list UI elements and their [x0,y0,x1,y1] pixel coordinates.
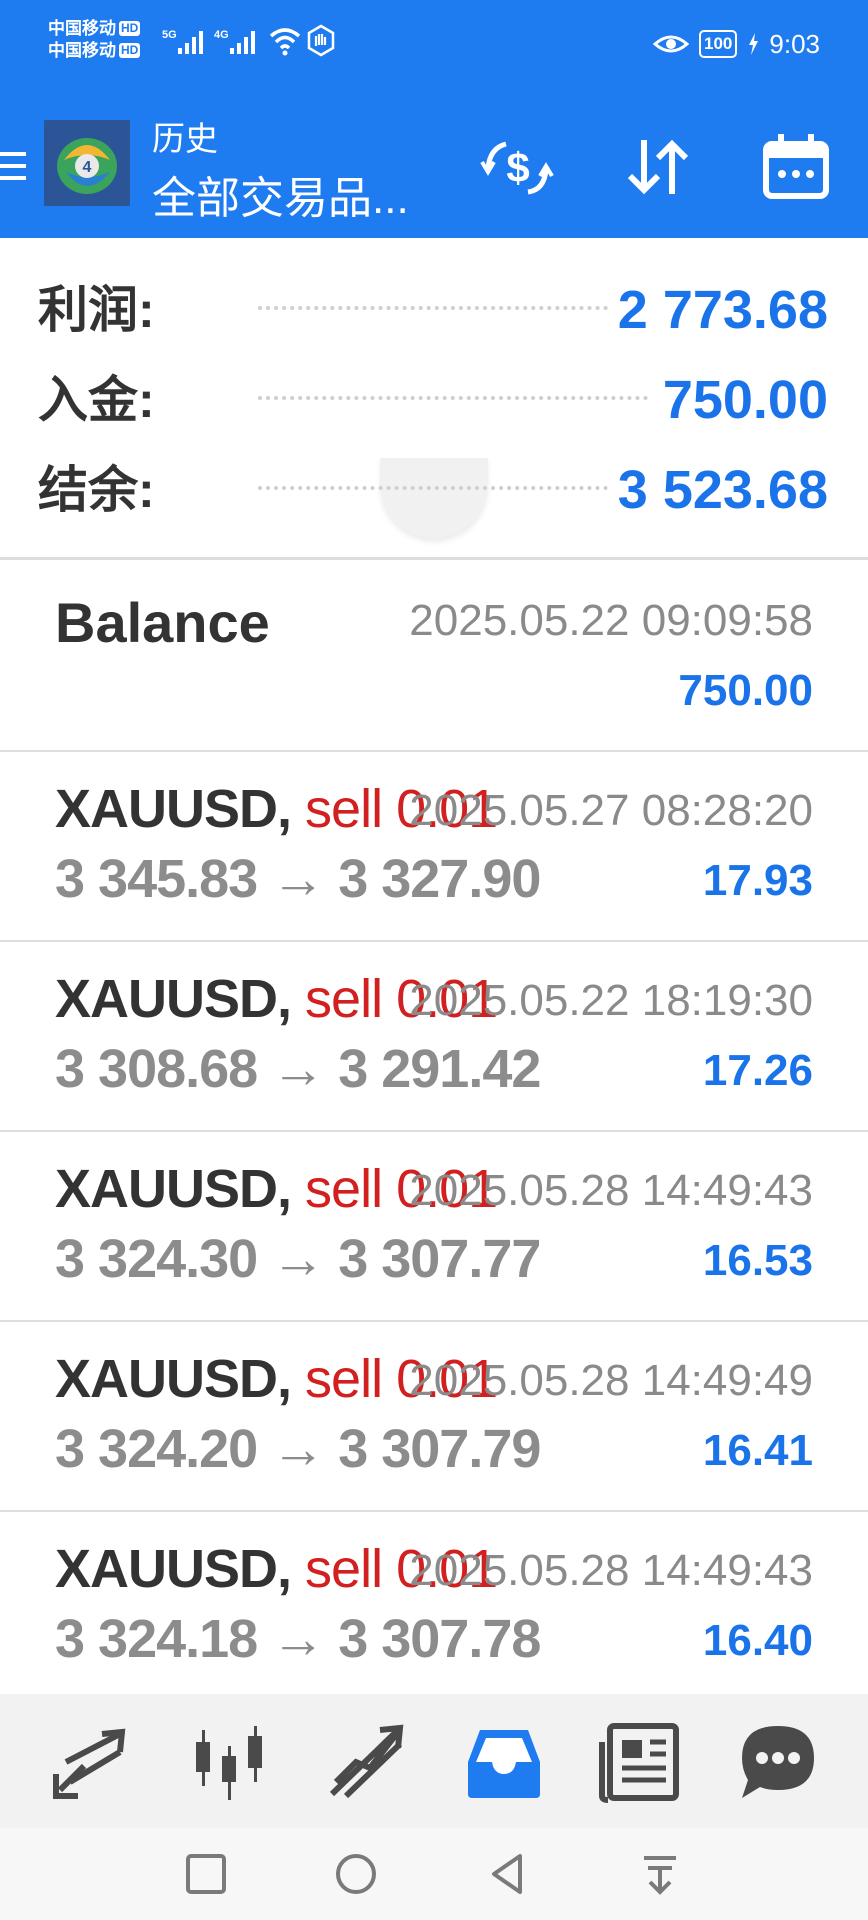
dot-leader [258,300,608,310]
home-icon[interactable] [328,1846,384,1902]
carrier-1: 中国移动 [48,19,116,38]
deal-prices: 3 345.83 → 3 327.90 [55,849,541,909]
deal-symbol: XAUUSD, [55,779,292,839]
currency-swap-icon[interactable]: $ [476,128,556,208]
dot-leader [258,390,648,400]
signal-5g-icon: 5G [162,29,203,54]
deal-profit: 16.41 [702,1426,813,1475]
deal-row[interactable]: XAUUSD, sell 0.01 2025.05.28 14:49:43 3 … [0,1512,868,1694]
deal-prices: 3 324.20 → 3 307.79 [55,1419,541,1479]
deal-row[interactable]: XAUUSD, sell 0.01 2025.05.22 18:19:30 3 … [0,942,868,1132]
chart-icon[interactable] [178,1712,278,1812]
deal-row[interactable]: XAUUSD, sell 0.01 2025.05.28 14:49:49 3 … [0,1322,868,1512]
deal-row[interactable]: XAUUSD, sell 0.01 2025.05.27 08:28:20 3 … [0,752,868,942]
signal-4g-icon: 4G [214,29,255,54]
svg-text:$: $ [506,144,529,191]
battery-indicator: 100 [699,30,738,58]
summary-panel: 利润: 2 773.68 入金: 750.00 结余: 3 523.68 [0,238,868,558]
top-bar: 中国移动 HD 中国移动 HD 5G 4G 100 9:03 4 历史 全部交易… [0,0,868,238]
hand-shield-icon [307,24,335,57]
balance-entry-time: 2025.05.22 09:09:58 [409,596,813,645]
balance-label: 结余: [38,462,155,518]
deposit-row: 入金: 750.00 [38,360,828,440]
deal-symbol: XAUUSD, [55,969,292,1029]
charging-icon [749,33,759,55]
balance-entry-amount: 750.00 [678,666,813,715]
carrier-info: 中国移动 HD 中国移动 HD [48,18,141,62]
news-icon[interactable] [592,1712,692,1812]
deal-symbol: XAUUSD, [55,1159,292,1219]
network-5g-label: 5G [162,29,177,41]
deal-time: 2025.05.22 18:19:30 [409,976,813,1025]
deal-profit: 17.26 [702,1046,813,1095]
dot-leader [258,480,608,490]
balance-value: 3 523.68 [617,460,828,520]
app-bar: 4 历史 全部交易品... $ [0,98,868,238]
deal-prices: 3 324.30 → 3 307.77 [55,1229,541,1289]
deal-symbol: XAUUSD, [55,1539,292,1599]
quotes-icon[interactable] [40,1712,140,1812]
status-right: 100 9:03 [653,26,820,62]
profit-value: 2 773.68 [617,280,828,340]
status-bar: 中国移动 HD 中国移动 HD 5G 4G 100 9:03 [0,0,868,90]
wifi-icon [269,28,301,56]
deal-prices: 3 324.18 → 3 307.78 [55,1609,541,1669]
screen-subtitle: 历史 [152,120,218,157]
deal-time: 2025.05.28 14:49:49 [409,1356,813,1405]
notification-pull-icon[interactable] [632,1846,688,1902]
sort-icon[interactable] [618,128,698,208]
eye-icon [653,35,690,53]
deal-profit: 17.93 [702,856,813,905]
chat-icon[interactable] [728,1712,828,1812]
menu-icon[interactable] [0,146,30,186]
recents-icon[interactable] [178,1846,234,1902]
hd-badge-1: HD [119,21,141,36]
svg-text:4: 4 [83,159,92,176]
system-nav-bar [0,1828,868,1920]
back-icon[interactable] [480,1846,536,1902]
deal-time: 2025.05.28 14:49:43 [409,1166,813,1215]
profit-label: 利润: [38,282,155,338]
deal-profit: 16.40 [702,1616,813,1665]
deal-symbol: XAUUSD, [55,1349,292,1409]
profit-row: 利润: 2 773.68 [38,270,828,350]
calendar-icon[interactable] [756,128,836,208]
deal-row[interactable]: XAUUSD, sell 0.01 2025.05.28 14:49:43 3 … [0,1132,868,1322]
network-4g-label: 4G [214,29,229,41]
symbol-filter-title[interactable]: 全部交易品... [152,162,409,226]
bottom-tab-bar [0,1694,868,1828]
clock: 9:03 [769,28,820,59]
deposit-value: 750.00 [662,370,828,430]
deal-prices: 3 308.68 → 3 291.42 [55,1039,541,1099]
history-icon[interactable] [454,1712,554,1812]
deal-time: 2025.05.28 14:49:43 [409,1546,813,1595]
balance-row: 结余: 3 523.68 [38,450,828,530]
trade-icon[interactable] [316,1712,416,1812]
hd-badge-2: HD [119,43,141,58]
deal-time: 2025.05.27 08:28:20 [409,786,813,835]
balance-entry[interactable]: Balance 2025.05.22 09:09:58 750.00 [0,560,868,752]
balance-entry-title: Balance [55,591,270,654]
deposit-label: 入金: [38,372,155,428]
mt-logo[interactable]: 4 [44,120,130,206]
carrier-2: 中国移动 [48,41,116,60]
deal-profit: 16.53 [702,1236,813,1285]
